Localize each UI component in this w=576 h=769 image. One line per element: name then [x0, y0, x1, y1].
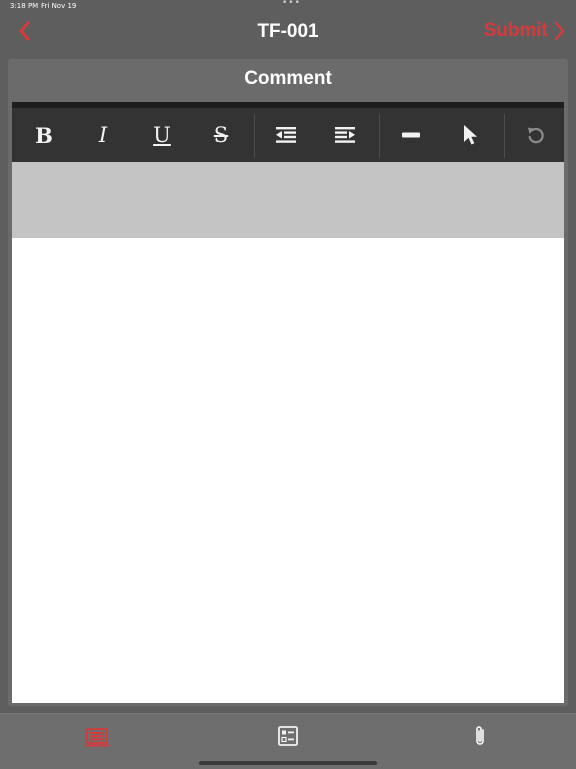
paperclip-icon — [476, 726, 484, 745]
toolbar-divider — [254, 114, 255, 158]
checklist-icon — [278, 726, 298, 746]
tab-checklist[interactable] — [276, 724, 300, 748]
italic-button[interactable]: I — [75, 108, 131, 162]
form-icon — [85, 728, 109, 747]
select-button[interactable] — [442, 108, 498, 162]
home-indicator[interactable] — [199, 761, 377, 765]
panel-title: Comment — [244, 68, 332, 89]
pointer-icon — [464, 125, 477, 145]
status-date: Fri Nov 19 — [41, 2, 77, 10]
editor-toolbar: B I U S — [12, 102, 564, 162]
toolbar-divider — [504, 114, 505, 158]
horizontal-rule-icon — [402, 132, 420, 138]
submit-label: Submit — [483, 20, 548, 41]
indent-icon — [335, 127, 355, 143]
undo-button[interactable] — [508, 108, 564, 162]
horizontal-rule-button[interactable] — [383, 108, 439, 162]
status-time: 3:18 PM — [10, 2, 39, 10]
toolbar-divider — [379, 114, 380, 158]
outdent-icon — [276, 127, 296, 143]
comment-editor[interactable] — [12, 238, 564, 703]
submit-button[interactable]: Submit — [484, 18, 566, 44]
strikethrough-icon: S — [213, 122, 229, 147]
tab-form[interactable] — [85, 724, 109, 748]
tab-attachments[interactable] — [468, 724, 492, 748]
bold-button[interactable]: B — [16, 108, 72, 162]
underline-icon: U — [153, 122, 171, 147]
outdent-button[interactable] — [258, 108, 314, 162]
indent-button[interactable] — [317, 108, 373, 162]
italic-icon: I — [98, 122, 108, 147]
comment-panel: Comment B I U S — [8, 59, 568, 706]
bold-icon: B — [35, 122, 53, 148]
underline-button[interactable]: U — [134, 108, 190, 162]
chevron-right-icon — [554, 21, 565, 41]
undo-icon — [528, 127, 544, 144]
editor-header-area — [12, 162, 564, 238]
bottom-tab-bar — [0, 713, 576, 769]
status-bar: 3:18 PM Fri Nov 19 ••• — [0, 0, 576, 12]
nav-bar: TF-001 Submit — [0, 12, 576, 52]
multitasking-dots[interactable]: ••• — [282, 0, 301, 8]
strikethrough-button[interactable]: S — [193, 108, 249, 162]
